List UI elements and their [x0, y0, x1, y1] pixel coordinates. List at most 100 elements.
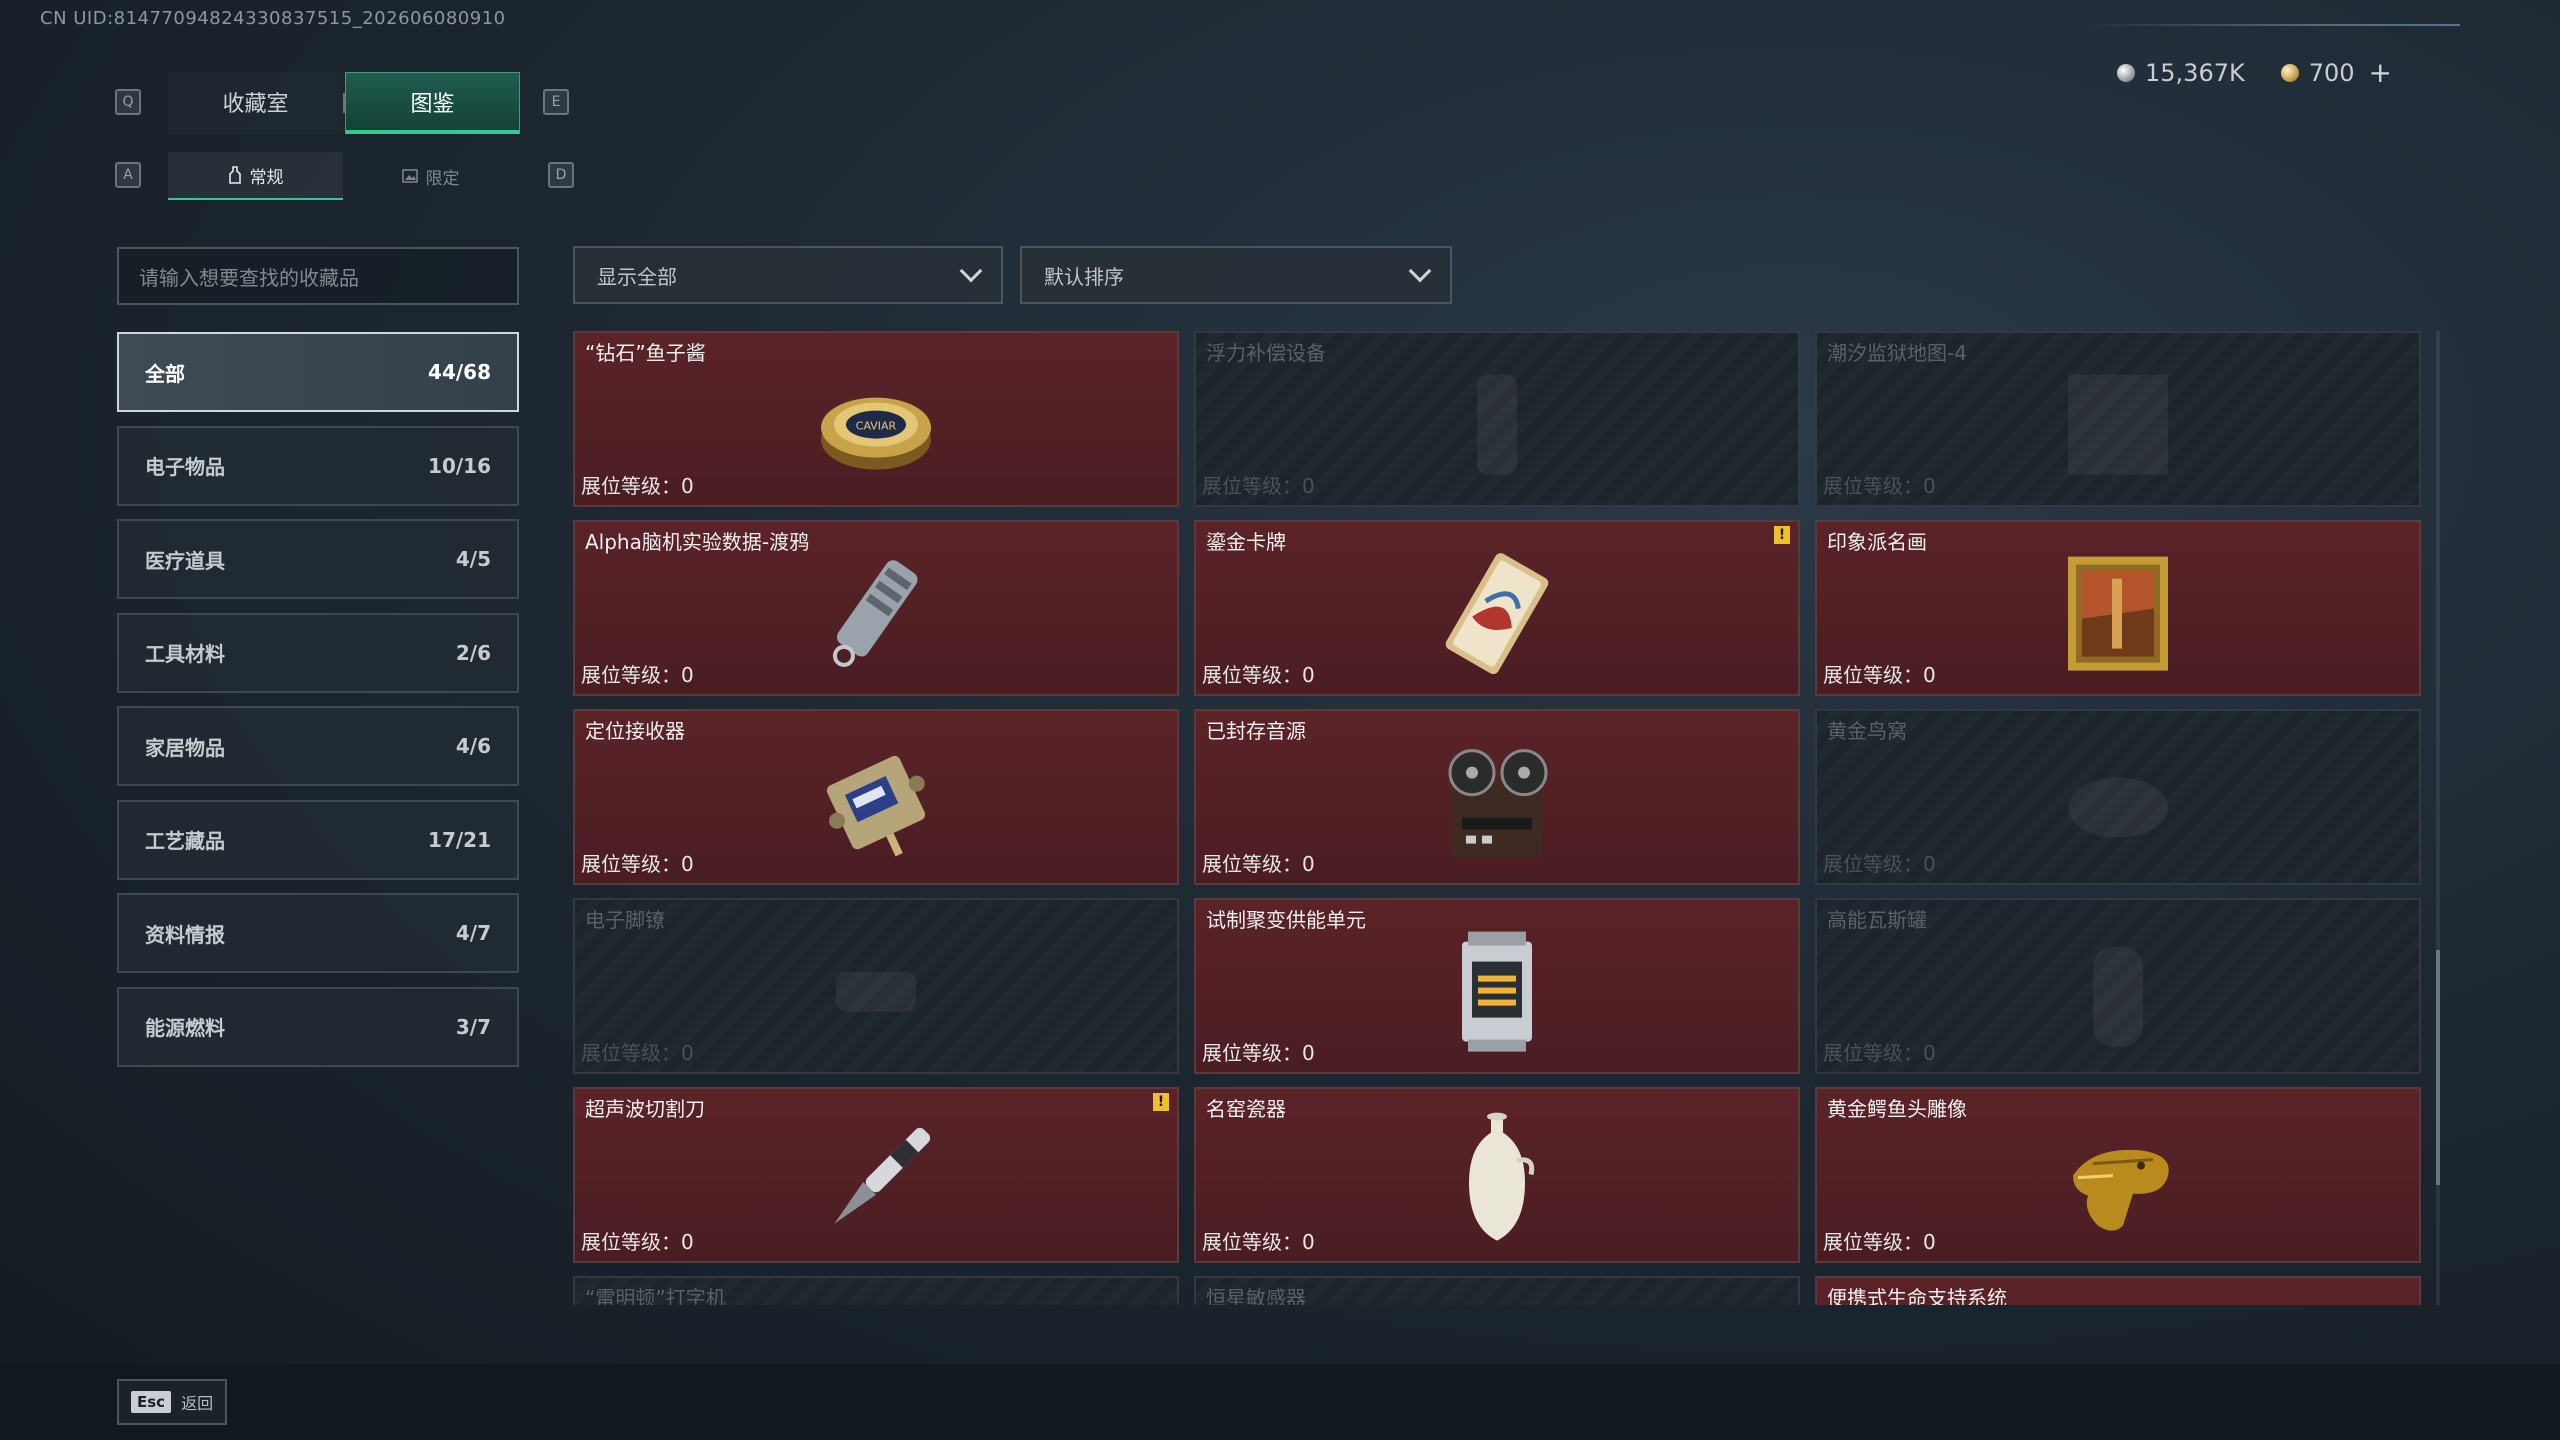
- booth-level-label: 展位等级：0: [1202, 852, 1315, 876]
- item-name: 电子脚镣: [585, 908, 665, 932]
- subtab-limited[interactable]: 限定: [343, 152, 518, 200]
- item-name: 高能瓦斯罐: [1827, 908, 1927, 932]
- category-label: 能源燃料: [145, 1016, 225, 1040]
- typewriter-icon: [801, 1300, 951, 1305]
- category-household[interactable]: 家居物品 4/6: [117, 706, 519, 786]
- picture-icon: [401, 169, 418, 183]
- filter-dropdown[interactable]: 显示全部: [573, 246, 1003, 304]
- add-currency-button[interactable]: +: [2369, 56, 2392, 89]
- back-label: 返回: [181, 1394, 214, 1413]
- currency-bar: 15,367K 700 +: [2117, 56, 2392, 89]
- chevron-down-icon: [959, 259, 983, 283]
- category-list: 全部 44/68 电子物品 10/16 医疗道具 4/5 工具材料 2/6 家居…: [117, 332, 519, 1080]
- esc-key-hint: Esc: [131, 1391, 172, 1413]
- ankle-monitor-icon: [801, 922, 951, 1062]
- item-name: 名窑瓷器: [1206, 1097, 1286, 1121]
- filter-dropdown-label: 显示全部: [597, 264, 677, 289]
- category-count: 44/68: [428, 360, 491, 384]
- scrollbar-thumb[interactable]: [2436, 950, 2440, 1185]
- category-tools[interactable]: 工具材料 2/6: [117, 612, 519, 693]
- footer-bar: [0, 1364, 2560, 1440]
- collection-card[interactable]: 印象派名画 展位等级：0: [1815, 520, 2421, 696]
- key-hint-e: E: [543, 89, 569, 115]
- category-count: 3/7: [455, 1014, 491, 1039]
- search-input[interactable]: 请输入想要查找的收藏品: [117, 247, 519, 305]
- collection-card[interactable]: “雷明顿”打字机展位等级：0: [573, 1276, 1179, 1305]
- category-count: 4/6: [455, 734, 491, 758]
- collection-card[interactable]: 黄金鳄鱼头雕像 展位等级：0: [1815, 1087, 2421, 1263]
- collection-card[interactable]: 黄金鸟窝 展位等级：0: [1815, 709, 2421, 885]
- item-name: 黄金鳄鱼头雕像: [1827, 1097, 1967, 1121]
- collection-card[interactable]: 超声波切割刀 展位等级：0!: [573, 1087, 1179, 1263]
- collection-card[interactable]: 名窑瓷器 展位等级：0: [1194, 1087, 1800, 1263]
- category-count: 4/5: [455, 547, 491, 571]
- tab-collection-room[interactable]: 收藏室: [168, 72, 343, 134]
- collection-card[interactable]: “钻石”鱼子酱 CAVIAR 展位等级：0: [573, 331, 1179, 507]
- item-name: 超声波切割刀: [585, 1097, 705, 1121]
- item-name: 便携式生命支持系统: [1827, 1286, 2007, 1305]
- booth-level-label: 展位等级：0: [581, 474, 694, 498]
- subtab-regular[interactable]: 常规: [168, 152, 343, 200]
- sort-dropdown[interactable]: 默认排序: [1020, 246, 1452, 304]
- item-name: “钻石”鱼子酱: [585, 341, 706, 365]
- subtab-regular-label: 常规: [249, 167, 284, 188]
- tape-recorder-icon: [1422, 733, 1572, 873]
- collection-card[interactable]: 恒星敏感器展位等级：0: [1194, 1276, 1800, 1305]
- data-drive-icon: [801, 544, 951, 684]
- key-hint-q: Q: [115, 89, 141, 115]
- user-uid: CN UID:814770948243308375​15_20260608091…: [40, 8, 506, 29]
- bird-nest-icon: [2043, 733, 2193, 873]
- collection-card[interactable]: Alpha脑机实验数据-渡鸦 展位等级：0: [573, 520, 1179, 696]
- collection-card[interactable]: 高能瓦斯罐展位等级：0: [1815, 898, 2421, 1074]
- item-name: 鎏金卡牌: [1206, 530, 1286, 554]
- category-label: 工艺藏品: [145, 829, 225, 853]
- decorative-line: [2080, 24, 2460, 26]
- collection-card[interactable]: 潮汐监狱地图-4 展位等级：0: [1815, 331, 2421, 507]
- star-sensor-icon: [1422, 1300, 1572, 1305]
- category-label: 家居物品: [145, 735, 225, 760]
- collection-card[interactable]: 鎏金卡牌 展位等级：0!: [1194, 520, 1800, 696]
- collection-card[interactable]: 便携式生命支持系统展位等级：0: [1815, 1276, 2421, 1305]
- ultrasonic-cutter-icon: [801, 1111, 951, 1251]
- item-name: 已封存音源: [1206, 719, 1306, 743]
- booth-level-label: 展位等级：0: [1202, 663, 1315, 687]
- back-button[interactable]: Esc 返回: [117, 1379, 228, 1425]
- category-energy[interactable]: 能源燃料 3/7: [117, 986, 519, 1067]
- category-medical[interactable]: 医疗道具 4/5: [117, 519, 519, 599]
- tab-codex[interactable]: 图鉴: [345, 72, 520, 134]
- category-crafts[interactable]: 工艺藏品 17/21: [117, 799, 519, 880]
- item-name: 印象派名画: [1827, 530, 1927, 554]
- painting-icon: [2043, 544, 2193, 684]
- caviar-tin-icon: CAVIAR: [801, 355, 951, 495]
- gilded-card-icon: [1422, 544, 1572, 684]
- collection-card[interactable]: 试制聚变供能单元 展位等级：0: [1194, 898, 1800, 1074]
- item-name: “雷明顿”打字机: [585, 1286, 726, 1305]
- fusion-cell-icon: [1422, 922, 1572, 1062]
- bottle-icon: [228, 166, 241, 184]
- silver-amount: 15,367K: [2145, 58, 2245, 87]
- booth-level-label: 展位等级：0: [1823, 1041, 1936, 1065]
- gold-amount: 700: [2308, 58, 2355, 87]
- item-name: 恒星敏感器: [1206, 1286, 1306, 1305]
- collection-card[interactable]: 浮力补偿设备 展位等级：0: [1194, 331, 1800, 507]
- alert-icon: !: [1153, 1093, 1169, 1111]
- life-support-icon: [2043, 1300, 2193, 1305]
- category-all[interactable]: 全部 44/68: [117, 332, 519, 412]
- key-hint-d: D: [548, 162, 574, 188]
- item-name: 试制聚变供能单元: [1206, 908, 1366, 932]
- item-name: 潮汐监狱地图-4: [1827, 341, 1967, 365]
- category-electronics[interactable]: 电子物品 10/16: [117, 425, 519, 506]
- category-count: 4/7: [455, 921, 491, 945]
- booth-level-label: 展位等级：0: [1823, 474, 1936, 498]
- category-label: 医疗道具: [145, 548, 225, 573]
- collection-card[interactable]: 定位接收器 展位等级：0: [573, 709, 1179, 885]
- gold-coin-icon: [2280, 63, 2299, 82]
- category-intel[interactable]: 资料情报 4/7: [117, 893, 519, 973]
- category-label: 电子物品: [145, 455, 225, 479]
- booth-level-label: 展位等级：0: [581, 852, 694, 876]
- collection-card[interactable]: 电子脚镣 展位等级：0: [573, 898, 1179, 1074]
- collection-card[interactable]: 已封存音源展位等级：0: [1194, 709, 1800, 885]
- svg-text:CAVIAR: CAVIAR: [856, 420, 897, 433]
- gas-tank-icon: [2043, 922, 2193, 1062]
- receiver-icon: [801, 733, 951, 873]
